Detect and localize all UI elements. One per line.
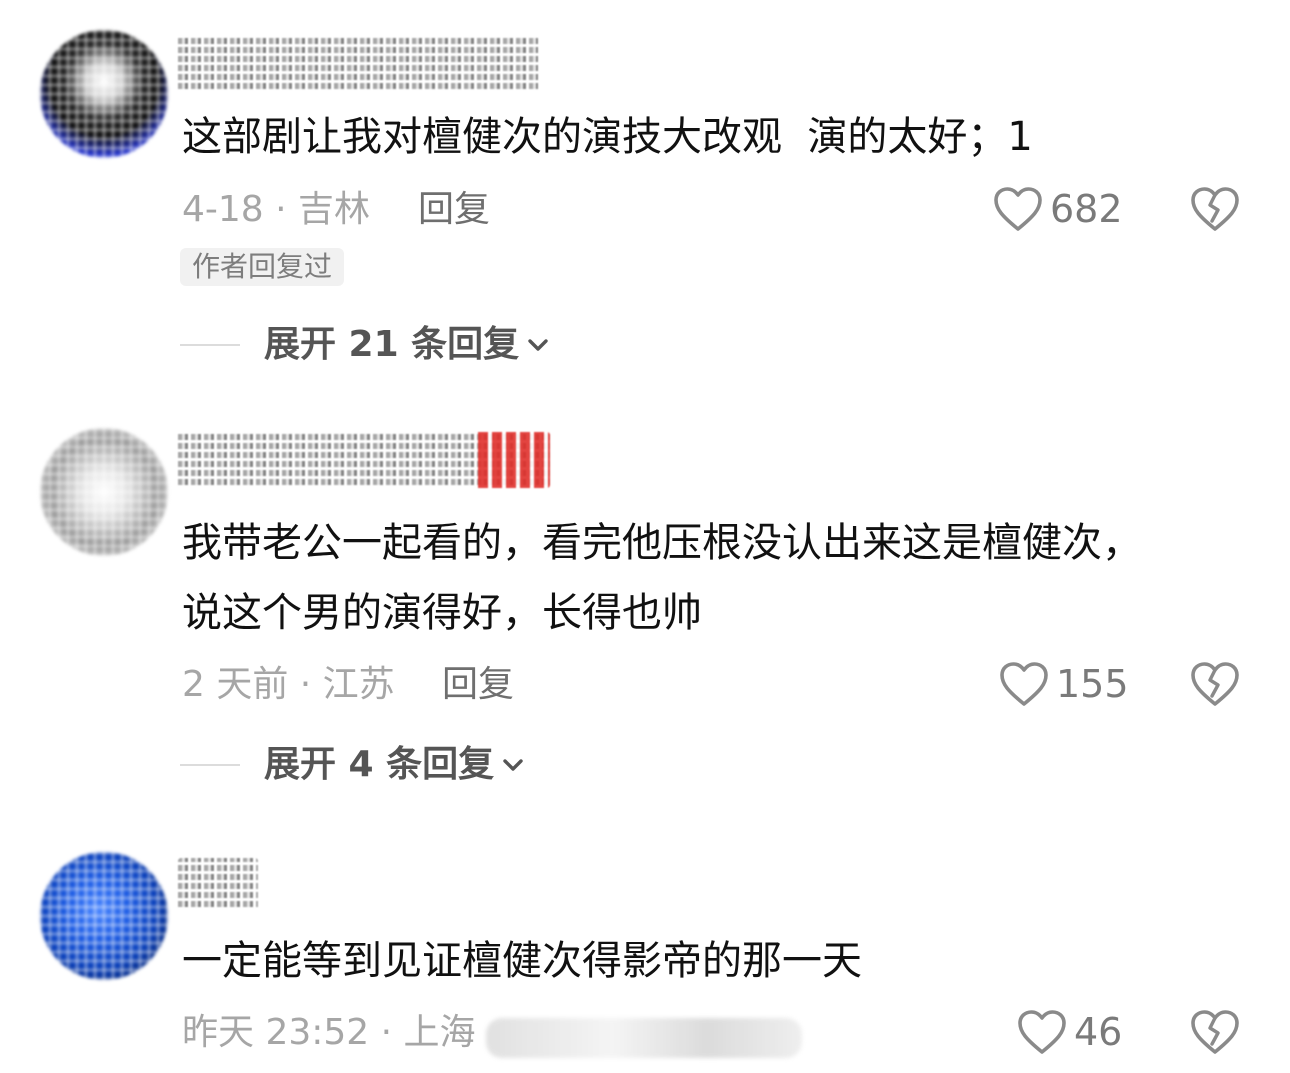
like-button[interactable]: 155	[998, 659, 1129, 709]
heart-outline-icon	[994, 187, 1042, 231]
username-redacted[interactable]	[178, 432, 550, 488]
reply-button[interactable]: 回复	[418, 185, 490, 235]
comment-text-line-1: 我带老公一起看的，看完他压根没认出来这是檀健次，	[182, 520, 1142, 566]
reply-area-redacted	[486, 1018, 802, 1058]
comment-meta: 2 天前 · 江苏	[182, 664, 395, 705]
dislike-button[interactable]	[1190, 660, 1240, 708]
avatar-mosaic	[40, 428, 168, 556]
expand-replies-button[interactable]: 展开 4 条回复	[180, 740, 526, 790]
broken-heart-icon	[1191, 662, 1239, 706]
broken-heart-icon	[1191, 1010, 1239, 1054]
avatar[interactable]	[40, 30, 168, 158]
expand-replies-button[interactable]: 展开 21 条回复	[180, 320, 551, 370]
comment-meta: 昨天 23:52 · 上海	[182, 1012, 476, 1053]
like-count: 682	[1050, 187, 1123, 231]
expand-replies-label: 展开 21 条回复	[264, 324, 520, 365]
broken-heart-icon	[1191, 187, 1239, 231]
like-button[interactable]: 682	[992, 184, 1123, 234]
avatar[interactable]	[40, 428, 168, 556]
comment-text-line-2: 说这个男的演得好，长得也帅	[182, 590, 702, 636]
divider-line	[180, 764, 240, 766]
reply-button[interactable]: 回复	[442, 660, 514, 710]
comment-text: 这部剧让我对檀健次的演技大改观 演的太好；1	[182, 114, 1033, 160]
avatar-mosaic	[40, 30, 168, 158]
avatar-mosaic	[40, 852, 168, 980]
avatar[interactable]	[40, 852, 168, 980]
comment-text: 一定能等到见证檀健次得影帝的那一天	[182, 938, 862, 984]
dislike-button[interactable]	[1190, 185, 1240, 233]
like-count: 155	[1056, 662, 1129, 706]
chevron-down-icon	[528, 339, 548, 351]
comment-meta: 4-18 · 吉林	[182, 189, 371, 230]
chevron-down-icon	[503, 759, 523, 771]
divider-line	[180, 344, 240, 346]
username-redacted[interactable]	[178, 36, 538, 92]
heart-outline-icon	[1000, 662, 1048, 706]
username-mosaic	[178, 858, 258, 910]
heart-outline-icon	[1018, 1010, 1066, 1054]
user-badge-redacted	[478, 432, 550, 488]
like-button[interactable]: 46	[1016, 1007, 1122, 1057]
username-mosaic	[178, 36, 538, 92]
author-replied-tag: 作者回复过	[180, 248, 345, 286]
expand-replies-label: 展开 4 条回复	[264, 744, 495, 785]
username-redacted[interactable]	[178, 858, 258, 910]
like-count: 46	[1074, 1010, 1123, 1054]
dislike-button[interactable]	[1190, 1008, 1240, 1056]
